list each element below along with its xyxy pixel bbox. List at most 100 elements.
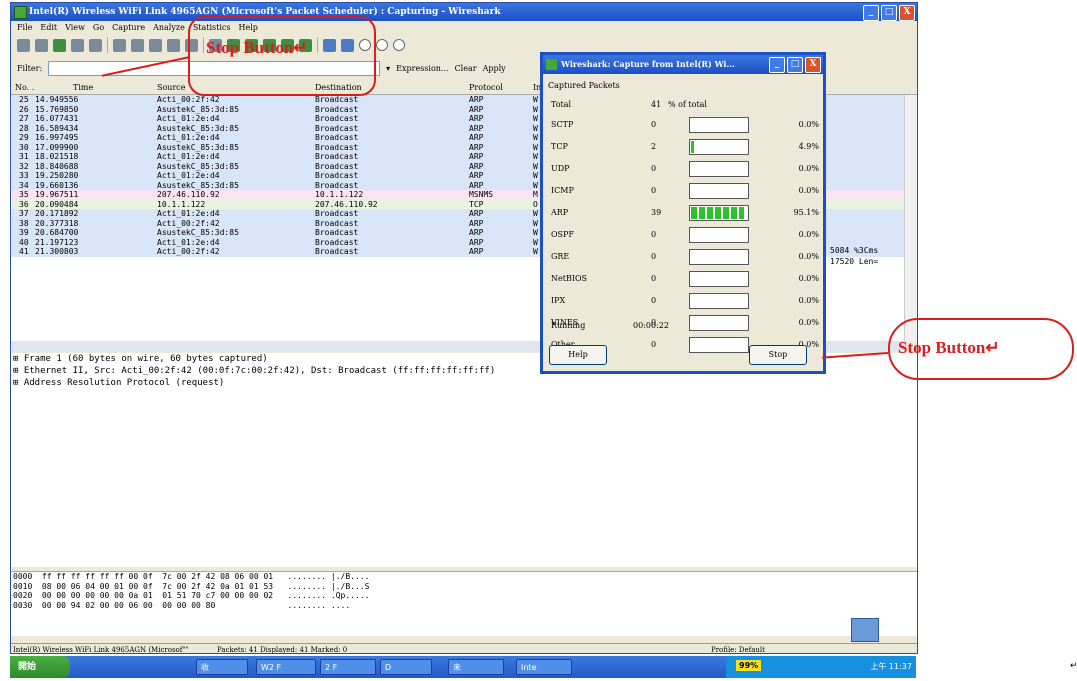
packet-info: W bbox=[533, 152, 538, 161]
close-file-icon[interactable] bbox=[149, 38, 162, 52]
status-bar: Intel(R) Wireless WiFi Link 4965AGN (Mic… bbox=[11, 643, 917, 653]
packet-list-scrollbar[interactable] bbox=[904, 95, 917, 341]
packet-time: 20.171892 bbox=[35, 209, 79, 218]
protocol-count: 0 bbox=[651, 120, 657, 129]
protocol-progress-fill bbox=[691, 141, 694, 153]
packet-no: 25 bbox=[19, 95, 29, 104]
start-button[interactable]: 開始 bbox=[10, 656, 70, 678]
maximize-button[interactable]: □ bbox=[881, 5, 897, 21]
menu-analyze[interactable]: Analyze bbox=[153, 21, 185, 34]
packet-destination: Broadcast bbox=[315, 95, 359, 104]
packet-info: O bbox=[533, 199, 538, 209]
details-arp[interactable]: ⊞ Address Resolution Protocol (request) bbox=[11, 377, 917, 389]
taskbar-item[interactable]: 收 bbox=[196, 659, 248, 675]
filter-dropdown-icon[interactable]: ▾ bbox=[386, 64, 390, 73]
packet-info: W bbox=[533, 114, 538, 123]
zoom-out-icon[interactable] bbox=[376, 39, 388, 51]
protocol-name: IPX bbox=[551, 296, 566, 305]
column-time[interactable]: Time bbox=[73, 81, 93, 94]
expert-info-icon[interactable] bbox=[851, 618, 879, 642]
packet-destination: Broadcast bbox=[315, 218, 359, 228]
hex-line: 0030 00 00 94 02 00 00 06 00 00 00 00 80… bbox=[13, 600, 351, 610]
menu-edit[interactable]: Edit bbox=[40, 21, 57, 34]
packet-time: 20.090484 bbox=[35, 199, 79, 209]
save-file-icon[interactable] bbox=[131, 38, 144, 52]
protocol-progress-bar bbox=[689, 183, 749, 199]
packet-source: 207.46.110.92 bbox=[157, 190, 220, 199]
reload-icon[interactable] bbox=[167, 38, 180, 52]
protocol-row: GRE 0 0.0% bbox=[551, 249, 819, 271]
info-overflow-36: 17520 Len= bbox=[830, 257, 879, 266]
packet-info: W bbox=[533, 133, 538, 142]
status-profile[interactable]: Profile: Default bbox=[711, 644, 765, 653]
packet-protocol: ARP bbox=[469, 209, 484, 218]
packet-no: 36 bbox=[19, 199, 29, 209]
stop-capture-icon[interactable] bbox=[71, 38, 84, 52]
expression-button[interactable]: Expression... bbox=[396, 64, 448, 73]
wireshark-app-icon bbox=[14, 6, 27, 19]
clear-button[interactable]: Clear bbox=[455, 64, 477, 73]
menu-capture[interactable]: Capture bbox=[112, 21, 145, 34]
packet-source: AsustekC_85:3d:85 bbox=[157, 161, 239, 171]
protocol-name: SCTP bbox=[551, 120, 574, 129]
packet-protocol: ARP bbox=[469, 247, 484, 256]
dialog-minimize-button[interactable]: _ bbox=[769, 57, 785, 73]
packet-protocol: ARP bbox=[469, 152, 484, 161]
menu-bar: File Edit View Go Capture Analyze Statis… bbox=[11, 21, 917, 34]
protocol-percent: 0.0% bbox=[798, 296, 819, 305]
taskbar-item[interactable]: Inte bbox=[516, 659, 572, 675]
hex-line: 0000 ff ff ff ff ff ff 00 0f 7c 00 2f 42… bbox=[13, 572, 370, 581]
interfaces-icon[interactable] bbox=[17, 38, 30, 52]
packet-time: 19.250280 bbox=[35, 171, 79, 180]
packet-destination: Broadcast bbox=[315, 171, 359, 180]
packet-time: 21.197123 bbox=[35, 237, 79, 247]
column-protocol[interactable]: Protocol bbox=[469, 81, 503, 94]
taskbar-item[interactable]: D bbox=[380, 659, 432, 675]
total-row: Total 41 % of total bbox=[551, 97, 819, 119]
protocol-count: 0 bbox=[651, 186, 657, 195]
packet-no: 31 bbox=[19, 152, 29, 161]
packet-protocol: ARP bbox=[469, 218, 484, 228]
column-no[interactable]: No. . bbox=[15, 81, 34, 94]
column-source[interactable]: Source bbox=[157, 81, 186, 94]
dialog-close-button[interactable]: X bbox=[805, 57, 821, 73]
protocol-count: 0 bbox=[651, 230, 657, 239]
protocol-count: 39 bbox=[651, 208, 662, 217]
stop-button[interactable]: Stop bbox=[749, 345, 807, 365]
packet-destination: Broadcast bbox=[315, 209, 359, 218]
options-icon[interactable] bbox=[35, 38, 48, 52]
packet-protocol: ARP bbox=[469, 237, 484, 247]
minimize-button[interactable]: _ bbox=[863, 5, 879, 21]
taskbar-item[interactable]: 未 bbox=[448, 659, 504, 675]
total-label: Total bbox=[551, 100, 572, 109]
running-label: Running bbox=[551, 321, 586, 330]
dialog-maximize-button[interactable]: □ bbox=[787, 57, 803, 73]
tray-clock[interactable]: 上午 11:37 bbox=[870, 661, 912, 672]
apply-button[interactable]: Apply bbox=[483, 64, 506, 73]
taskbar-item[interactable]: W2 F bbox=[256, 659, 316, 675]
protocol-count: 2 bbox=[651, 142, 657, 151]
packet-destination: Broadcast bbox=[315, 142, 359, 152]
packet-info: W bbox=[533, 123, 538, 133]
packet-destination: Broadcast bbox=[315, 152, 359, 161]
title-bar: Intel(R) Wireless WiFi Link 4965AGN (Mic… bbox=[11, 3, 917, 21]
menu-view[interactable]: View bbox=[65, 21, 85, 34]
restart-capture-icon[interactable] bbox=[89, 38, 102, 52]
zoom-normal-icon[interactable] bbox=[393, 39, 405, 51]
dialog-title: Wireshark: Capture from Intel(R) Wi... bbox=[561, 59, 735, 69]
packet-destination: Broadcast bbox=[315, 228, 359, 237]
packet-time: 16.077431 bbox=[35, 114, 79, 123]
start-capture-icon[interactable] bbox=[53, 38, 66, 52]
protocol-name: ICMP bbox=[551, 186, 574, 195]
help-button[interactable]: Help bbox=[549, 345, 607, 365]
protocol-row: VINES 0 0.0% bbox=[551, 315, 819, 337]
close-button[interactable]: X bbox=[899, 5, 915, 21]
open-file-icon[interactable] bbox=[113, 38, 126, 52]
battery-indicator[interactable]: 99% bbox=[736, 660, 762, 671]
packet-time: 18.840688 bbox=[35, 161, 79, 171]
packet-destination: Broadcast bbox=[315, 247, 359, 256]
taskbar-item[interactable]: 2 F bbox=[320, 659, 376, 675]
menu-file[interactable]: File bbox=[17, 21, 32, 34]
packet-no: 34 bbox=[19, 180, 29, 190]
menu-go[interactable]: Go bbox=[93, 21, 104, 34]
